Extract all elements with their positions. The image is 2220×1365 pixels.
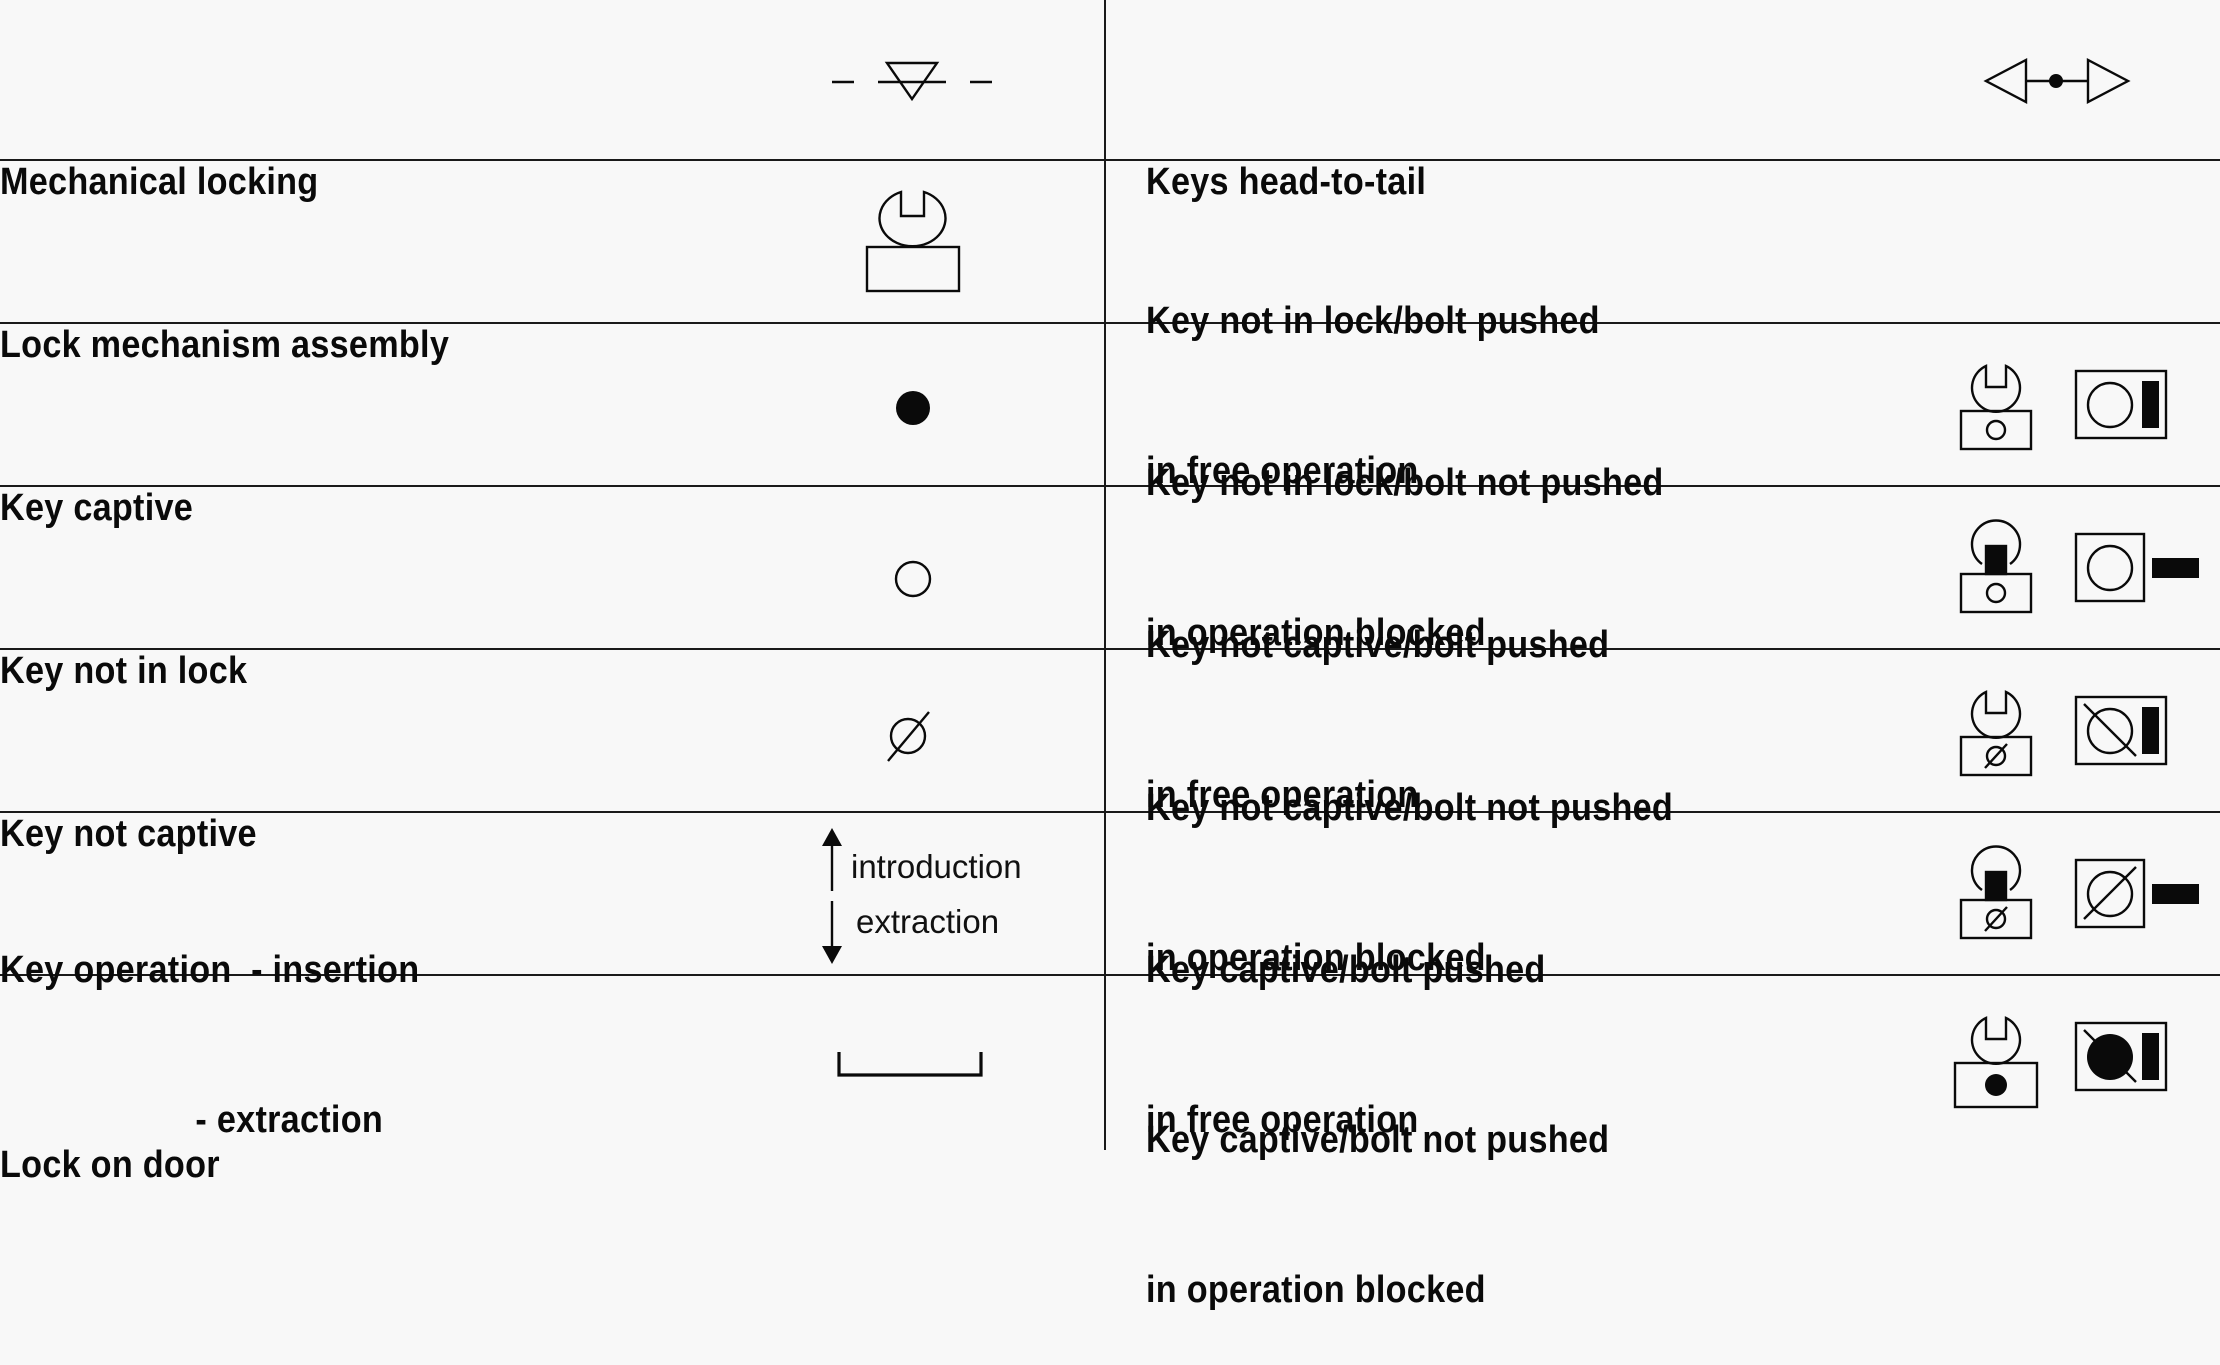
- key-not-in-lock-icon: [894, 560, 932, 598]
- label-line: in operation blocked: [1146, 1269, 1486, 1311]
- key-not-captive-bolt-pushed-icon: [1959, 690, 2168, 777]
- key-operation-arrows-icon: [822, 828, 842, 964]
- symbols-layer: [822, 58, 2199, 1109]
- key-captive-bolt-pushed-icon: [1953, 1016, 2168, 1109]
- key-captive-icon: [896, 391, 930, 425]
- keys-head-to-tail-icon: [1983, 58, 2131, 104]
- lock-mechanism-assembly-icon: [865, 190, 961, 293]
- key-not-captive-bolt-not-pushed-icon: [1959, 845, 2199, 940]
- lock-on-door-icon: [837, 1052, 983, 1077]
- mechanical-locking-icon: [832, 61, 992, 102]
- key-not-in-lock-bolt-not-pushed-icon: [1959, 519, 2199, 614]
- key-not-in-lock-bolt-pushed-icon: [1959, 364, 2168, 451]
- key-not-captive-icon: [887, 711, 930, 762]
